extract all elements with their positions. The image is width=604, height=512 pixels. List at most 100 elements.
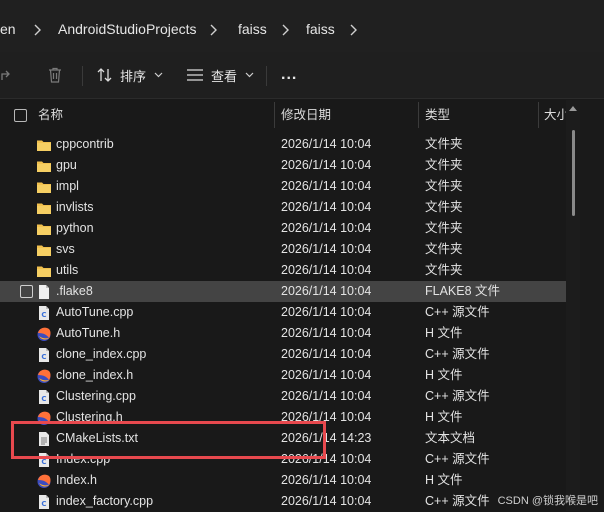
column-divider[interactable] [538, 102, 539, 128]
file-row[interactable]: utils 2026/1/14 10:04 文件夹 [0, 260, 566, 281]
file-name[interactable]: python [56, 218, 268, 239]
breadcrumb-item-faiss-current[interactable]: faiss [306, 21, 335, 37]
folder-icon [37, 140, 51, 151]
file-row[interactable]: CMakeLists.txt 2026/1/14 14:23 文本文档 [0, 428, 566, 449]
file-row[interactable]: invlists 2026/1/14 10:04 文件夹 [0, 197, 566, 218]
file-modified-date: 2026/1/14 10:04 [281, 137, 372, 151]
watermark-text: CSDN @锁我喉是吧 [497, 495, 598, 507]
file-name[interactable]: .flake8 [56, 281, 268, 302]
cpp-file-icon: C [39, 306, 49, 320]
breadcrumb: en AndroidStudioProjects faiss faiss [0, 9, 604, 53]
file-name[interactable]: invlists [56, 197, 268, 218]
share-button[interactable] [0, 62, 14, 88]
delete-button[interactable] [46, 62, 64, 88]
file-row[interactable]: C Clustering.cpp 2026/1/14 10:04 C++ 源文件 [0, 386, 566, 407]
file-name[interactable]: Clustering.cpp [56, 386, 268, 407]
folder-icon [37, 245, 51, 256]
file-type: 文件夹 [425, 200, 463, 214]
file-row[interactable]: python 2026/1/14 10:04 文件夹 [0, 218, 566, 239]
details-pane-edge [580, 100, 604, 511]
file-modified-date: 2026/1/14 10:04 [281, 473, 372, 487]
file-row[interactable]: Clustering.h 2026/1/14 10:04 H 文件 [0, 407, 566, 428]
file-modified-date: 2026/1/14 10:04 [281, 284, 372, 298]
column-header-size[interactable]: 大小 [544, 100, 566, 130]
toolbar-divider [266, 66, 267, 86]
scroll-up-arrow-icon[interactable] [569, 105, 577, 111]
sort-button[interactable]: 排序 [96, 62, 163, 88]
file-modified-date: 2026/1/14 10:04 [281, 389, 372, 403]
file-name[interactable]: clone_index.cpp [56, 344, 268, 365]
text-file-icon [39, 432, 49, 446]
file-type: C++ 源文件 [425, 452, 490, 466]
column-header-type[interactable]: 类型 [425, 100, 535, 130]
file-type: H 文件 [425, 410, 463, 424]
file-name[interactable]: svs [56, 239, 268, 260]
file-name[interactable]: AutoTune.h [56, 323, 268, 344]
file-row[interactable]: C Index.cpp 2026/1/14 10:04 C++ 源文件 [0, 449, 566, 470]
file-type: 文本文档 [425, 431, 476, 445]
file-name[interactable]: cppcontrib [56, 134, 268, 155]
select-all-checkbox[interactable] [14, 109, 27, 122]
file-row[interactable]: .flake8 2026/1/14 10:04 FLAKE8 文件 [0, 281, 566, 302]
folder-icon [37, 203, 51, 214]
chevron-right-icon[interactable] [346, 22, 360, 38]
file-row[interactable]: impl 2026/1/14 10:04 文件夹 [0, 176, 566, 197]
file-modified-date: 2026/1/14 10:04 [281, 452, 372, 466]
file-row[interactable]: clone_index.h 2026/1/14 10:04 H 文件 [0, 365, 566, 386]
file-modified-date: 2026/1/14 10:04 [281, 221, 372, 235]
scrollbar-thumb[interactable] [572, 130, 575, 216]
cpp-file-icon: C [39, 348, 49, 362]
file-name[interactable]: Index.cpp [56, 449, 268, 470]
file-type: 文件夹 [425, 221, 463, 235]
file-row[interactable]: C AutoTune.cpp 2026/1/14 10:04 C++ 源文件 [0, 302, 566, 323]
file-name[interactable]: clone_index.h [56, 365, 268, 386]
more-options-button[interactable]: ... [281, 62, 297, 88]
file-row[interactable]: Index.h 2026/1/14 10:04 H 文件 [0, 470, 566, 491]
cpp-file-icon: C [39, 453, 49, 467]
file-name[interactable]: utils [56, 260, 268, 281]
view-button[interactable]: 查看 [186, 62, 254, 88]
file-row[interactable]: AutoTune.h 2026/1/14 10:04 H 文件 [0, 323, 566, 344]
window-top-strip [0, 0, 604, 9]
file-name[interactable]: index_factory.cpp [56, 491, 268, 512]
file-row[interactable]: Cclone_index.cpp 2026/1/14 10:04 C++ 源文件 [0, 344, 566, 365]
file-type: C++ 源文件 [425, 305, 490, 319]
column-divider[interactable] [274, 102, 275, 128]
column-header-modified[interactable]: 修改日期 [281, 100, 411, 130]
chevron-right-icon [34, 24, 41, 36]
row-checkbox[interactable] [20, 285, 33, 298]
file-name[interactable]: impl [56, 176, 268, 197]
file-name[interactable]: CMakeLists.txt [56, 428, 268, 449]
file-modified-date: 2026/1/14 10:04 [281, 410, 372, 424]
file-row[interactable]: gpu 2026/1/14 10:04 文件夹 [0, 155, 566, 176]
file-modified-date: 2026/1/14 10:04 [281, 242, 372, 256]
file-type: H 文件 [425, 326, 463, 340]
file-modified-date: 2026/1/14 10:04 [281, 347, 372, 361]
file-name[interactable]: Index.h [56, 470, 268, 491]
view-list-icon [187, 69, 203, 81]
breadcrumb-item-user[interactable]: en [0, 21, 16, 37]
column-divider[interactable] [418, 102, 419, 128]
file-name[interactable]: gpu [56, 155, 268, 176]
svg-text:C: C [41, 395, 46, 403]
file-row[interactable]: svs 2026/1/14 10:04 文件夹 [0, 239, 566, 260]
file-name[interactable]: AutoTune.cpp [56, 302, 268, 323]
file-row[interactable]: Cindex_factory.cpp 2026/1/14 10:04 C++ 源文件 [0, 491, 566, 512]
file-modified-date: 2026/1/14 10:04 [281, 326, 372, 340]
header-file-icon [37, 474, 51, 488]
header-file-icon [37, 327, 51, 341]
file-modified-date: 2026/1/14 10:04 [281, 158, 372, 172]
column-header-name[interactable]: 名称 [38, 100, 268, 130]
svg-text:C: C [41, 500, 46, 508]
svg-text:C: C [41, 353, 46, 361]
folder-icon [37, 182, 51, 193]
svg-text:C: C [41, 458, 46, 466]
file-modified-date: 2026/1/14 10:04 [281, 263, 372, 277]
file-modified-date: 2026/1/14 10:04 [281, 179, 372, 193]
file-name[interactable]: Clustering.h [56, 407, 268, 428]
file-row[interactable]: cppcontrib 2026/1/14 10:04 文件夹 [0, 134, 566, 155]
command-toolbar: 排序 查看 ... [0, 52, 604, 99]
breadcrumb-item-faiss[interactable]: faiss [238, 21, 267, 37]
breadcrumb-item-androidstudioprojects[interactable]: AndroidStudioProjects [58, 21, 197, 37]
file-type: 文件夹 [425, 179, 463, 193]
